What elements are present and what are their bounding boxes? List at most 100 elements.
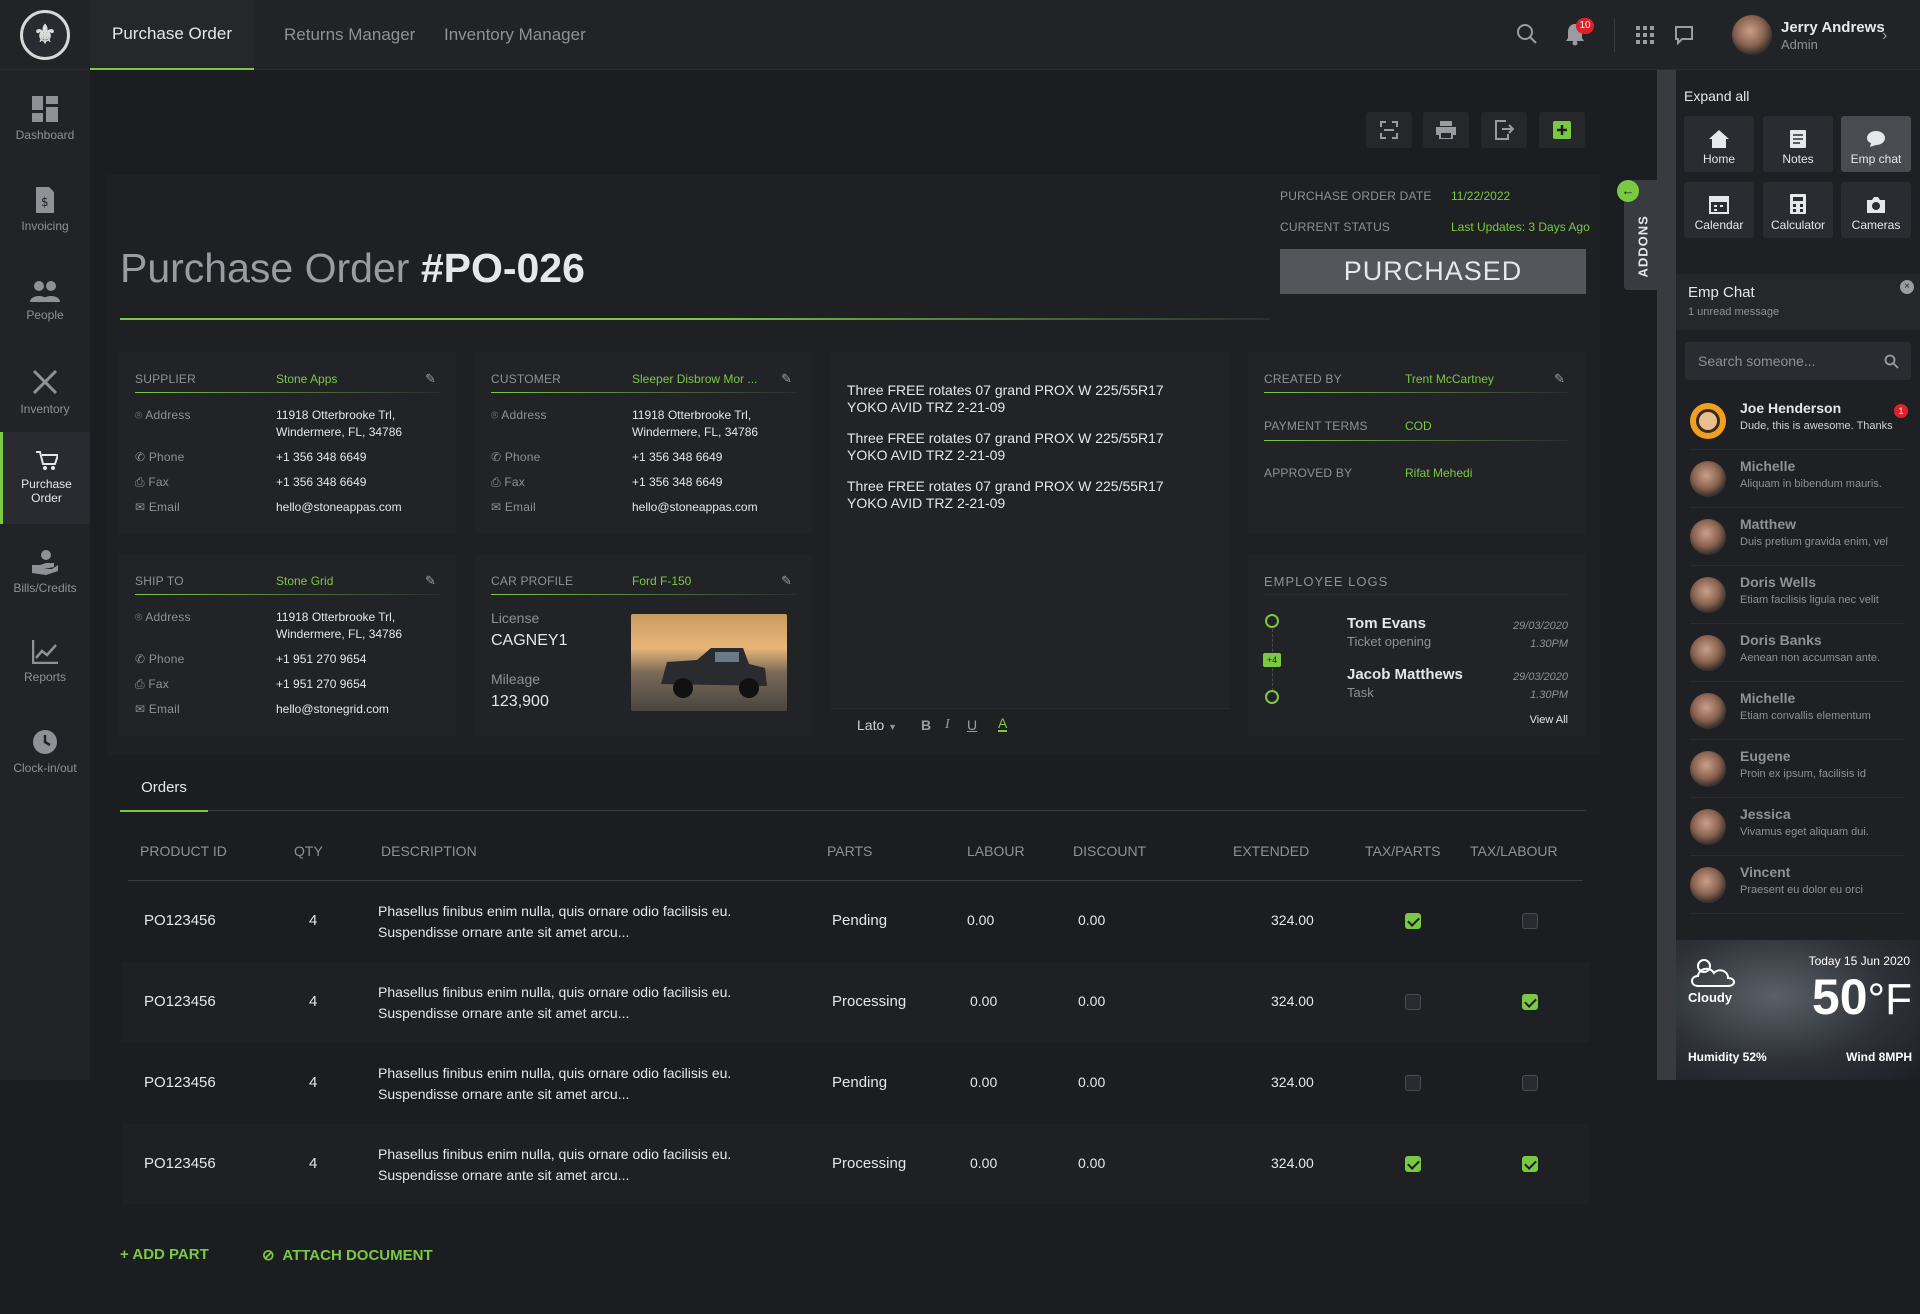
sidebar-item-dashboard[interactable]: Dashboard: [0, 75, 90, 163]
email-value[interactable]: hello@stoneappas.com: [632, 500, 758, 514]
tab-purchase-order[interactable]: Purchase Order: [90, 0, 254, 70]
underline-button[interactable]: U: [967, 717, 977, 733]
chat-contact[interactable]: Michelle Etiam convallis elementum: [1690, 682, 1905, 740]
col-qty[interactable]: QTY: [294, 843, 323, 859]
panel-scrollbar[interactable]: [1657, 70, 1676, 1080]
paperclip-icon: ⊘: [262, 1247, 275, 1264]
bold-button[interactable]: B: [921, 717, 931, 733]
tab-returns-manager[interactable]: Returns Manager: [284, 0, 415, 70]
emp-chat-tile[interactable]: Emp chat: [1841, 116, 1911, 172]
message-icon[interactable]: [1674, 25, 1694, 50]
table-row[interactable]: PO123456 4 Phasellus finibus enim nulla,…: [122, 962, 1589, 1042]
sidebar-item-clock-in-out[interactable]: Clock-in/out: [0, 708, 90, 796]
notes-tile[interactable]: Notes: [1763, 116, 1833, 172]
ship-to-name[interactable]: Stone Grid: [276, 574, 333, 588]
car-name[interactable]: Ford F-150: [632, 574, 691, 588]
avatar: [1690, 751, 1726, 787]
font-select[interactable]: Lato ▼: [857, 717, 897, 733]
attach-document-button[interactable]: ⊘ ATTACH DOCUMENT: [262, 1246, 433, 1264]
fax-label: ⎙ Fax: [135, 677, 169, 691]
tax-labour-checkbox[interactable]: [1522, 1075, 1538, 1091]
edit-icon[interactable]: ✎: [425, 371, 436, 387]
tax-parts-checkbox[interactable]: [1405, 913, 1421, 929]
col-product-id[interactable]: PRODUCT ID: [140, 843, 227, 859]
col-parts[interactable]: PARTS: [827, 843, 872, 859]
search-icon[interactable]: [1515, 22, 1539, 51]
tax-parts-checkbox[interactable]: [1405, 994, 1421, 1010]
chevron-right-icon[interactable]: ›: [1882, 27, 1887, 45]
extended-cell: 324.00: [1271, 993, 1314, 1009]
address-line-1: 11918 Otterbrooke Trl,: [276, 610, 396, 624]
fullscreen-button[interactable]: [1366, 112, 1412, 148]
view-all-link[interactable]: View All: [1500, 714, 1568, 726]
sidebar-item-people[interactable]: People: [0, 257, 90, 345]
edit-icon[interactable]: ✎: [425, 573, 436, 589]
created-by-value[interactable]: Trent McCartney: [1405, 372, 1494, 386]
edit-icon[interactable]: ✎: [781, 573, 792, 589]
table-row[interactable]: PO123456 4 Phasellus finibus enim nulla,…: [122, 881, 1589, 961]
company-logo[interactable]: ⚜: [20, 10, 70, 60]
chat-contact[interactable]: Doris Banks Aenean non accumsan ante.: [1690, 624, 1905, 682]
chat-contact[interactable]: Michelle Aliquam in bibendum mauris.: [1690, 450, 1905, 508]
user-name[interactable]: Jerry Andrews: [1781, 19, 1885, 36]
chat-contact[interactable]: Eugene Proin ex ipsum, facilisis id: [1690, 740, 1905, 798]
home-tile[interactable]: Home: [1684, 116, 1754, 172]
col-description[interactable]: DESCRIPTION: [381, 843, 477, 859]
tax-parts-checkbox[interactable]: [1405, 1156, 1421, 1172]
tax-labour-checkbox[interactable]: [1522, 1156, 1538, 1172]
expand-all-link[interactable]: Expand all: [1684, 88, 1749, 104]
edit-icon[interactable]: ✎: [781, 371, 792, 387]
tab-inventory-manager[interactable]: Inventory Manager: [444, 0, 586, 70]
tab-orders[interactable]: Orders: [120, 764, 208, 812]
col-discount[interactable]: DISCOUNT: [1073, 843, 1146, 859]
chat-contact[interactable]: Doris Wells Etiam facilisis ligula nec v…: [1690, 566, 1905, 624]
employee-logs-card: EMPLOYEE LOGS +4 Tom Evans Ticket openin…: [1248, 554, 1585, 736]
sidebar-item-invoicing[interactable]: $ Invoicing: [0, 166, 90, 254]
tax-labour-checkbox[interactable]: [1522, 913, 1538, 929]
chat-contact[interactable]: Jessica Vivamus eget aliquam dui.: [1690, 798, 1905, 856]
col-tax-parts[interactable]: TAX/PARTS: [1365, 843, 1440, 859]
phone-value: +1 356 348 6649: [276, 450, 367, 464]
chat-contact[interactable]: Vincent Praesent eu dolor eu orci: [1690, 856, 1905, 914]
chat-search-input[interactable]: [1685, 342, 1875, 380]
col-extended[interactable]: EXTENDED: [1233, 843, 1309, 859]
italic-button[interactable]: I: [945, 717, 950, 733]
user-avatar[interactable]: [1732, 15, 1772, 55]
close-icon[interactable]: ×: [1900, 280, 1914, 294]
log-name: Tom Evans: [1347, 615, 1426, 632]
tax-labour-checkbox[interactable]: [1522, 994, 1538, 1010]
chat-contact[interactable]: Joe Henderson Dude, this is awesome. Tha…: [1690, 392, 1908, 450]
export-button[interactable]: [1481, 112, 1527, 148]
customer-name[interactable]: Sleeper Disbrow Mor ...: [632, 372, 757, 386]
table-row[interactable]: PO123456 4 Phasellus finibus enim nulla,…: [122, 1043, 1589, 1123]
supplier-name[interactable]: Stone Apps: [276, 372, 337, 386]
add-part-button[interactable]: + ADD PART: [120, 1246, 209, 1263]
chat-contact[interactable]: Matthew Duis pretium gravida enim, vel: [1690, 508, 1905, 566]
print-button[interactable]: [1423, 112, 1469, 148]
search-icon[interactable]: [1884, 354, 1899, 369]
calculator-tile[interactable]: Calculator: [1763, 182, 1833, 238]
cameras-tile[interactable]: Cameras: [1841, 182, 1911, 238]
add-button[interactable]: [1539, 112, 1585, 148]
note-line[interactable]: Three FREE rotates 07 grand PROX W 225/5…: [847, 478, 1164, 512]
sidebar-item-inventory[interactable]: Inventory: [0, 348, 90, 436]
note-line[interactable]: Three FREE rotates 07 grand PROX W 225/5…: [847, 430, 1164, 464]
sidebar-item-purchase-order[interactable]: Purchase Order: [0, 432, 90, 524]
col-tax-labour[interactable]: TAX/LABOUR: [1470, 843, 1558, 859]
apps-grid-icon[interactable]: [1636, 26, 1654, 49]
email-value[interactable]: hello@stonegrid.com: [276, 702, 389, 716]
text-color-button[interactable]: A: [998, 716, 1008, 732]
edit-icon[interactable]: ✎: [1554, 371, 1565, 387]
sidebar-item-bills-credits[interactable]: Bills/Credits: [0, 528, 90, 616]
calendar-tile[interactable]: Calendar: [1684, 182, 1754, 238]
note-line[interactable]: Three FREE rotates 07 grand PROX W 225/5…: [847, 382, 1164, 416]
status-badge[interactable]: PURCHASED: [1280, 249, 1586, 294]
tax-parts-checkbox[interactable]: [1405, 1075, 1421, 1091]
more-logs-badge[interactable]: +4: [1263, 653, 1281, 667]
email-value[interactable]: hello@stoneappas.com: [276, 500, 402, 514]
avatar: [1690, 809, 1726, 845]
sidebar-item-reports[interactable]: Reports: [0, 618, 90, 706]
collapse-arrow-icon[interactable]: ←: [1617, 180, 1639, 202]
col-labour[interactable]: LABOUR: [967, 843, 1025, 859]
table-row[interactable]: PO123456 4 Phasellus finibus enim nulla,…: [122, 1124, 1589, 1204]
